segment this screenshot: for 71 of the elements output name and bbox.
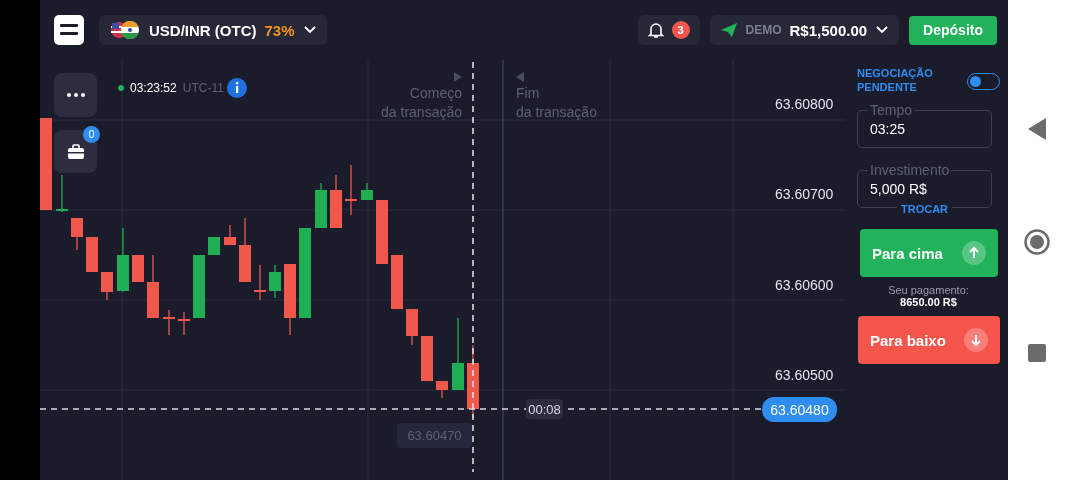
candle	[345, 164, 357, 216]
trade-start-label: Começo da transação	[381, 84, 462, 122]
candle	[436, 380, 448, 399]
price-tick: 63.60700	[775, 186, 834, 202]
trade-end-label: Fim da transação	[516, 84, 597, 122]
more-button[interactable]	[54, 73, 97, 117]
pending-trade-label: NEGOCIAÇÃO PENDENTE	[857, 66, 934, 94]
info-icon[interactable]	[226, 78, 247, 98]
candle	[208, 236, 220, 256]
candle	[406, 308, 418, 346]
price-tick: 63.60500	[775, 367, 834, 383]
up-button[interactable]: Para cima	[860, 229, 998, 277]
menu-button[interactable]	[54, 15, 84, 45]
candle	[361, 182, 373, 201]
candle	[391, 254, 403, 310]
chevron-down-icon	[875, 25, 890, 35]
notification-count: 3	[671, 21, 690, 39]
switch-link[interactable]: TROCAR	[897, 203, 953, 215]
more-icon	[66, 93, 85, 97]
candle	[71, 217, 83, 251]
live-dot	[118, 85, 124, 91]
time-field[interactable]: Tempo 03:25	[857, 102, 992, 148]
candle	[315, 182, 327, 229]
candle	[224, 224, 236, 246]
candle	[330, 174, 342, 229]
left-triangle-icon	[516, 72, 524, 82]
asset-selector[interactable]: USD/INR (OTC) 73%	[99, 15, 327, 45]
chevron-down-icon	[302, 25, 317, 35]
timezone: UTC-11	[182, 81, 224, 95]
candle	[86, 236, 98, 273]
candle	[117, 227, 129, 293]
portfolio-count: 0	[83, 126, 100, 143]
payout-percent: 73%	[264, 21, 295, 39]
candle	[421, 335, 433, 382]
portfolio-button[interactable]	[54, 130, 97, 173]
arrow-up-icon	[962, 241, 986, 265]
payout-amount: 8650.00 R$	[899, 296, 958, 308]
candle	[376, 199, 388, 265]
candle	[132, 254, 144, 283]
paper-plane-icon	[719, 22, 738, 38]
asset-name: USD/INR (OTC)	[149, 21, 257, 39]
price-tick: 63.60800	[775, 96, 834, 112]
cursor-price-tag: 63.60470	[397, 423, 472, 448]
candle	[178, 311, 190, 336]
candle	[101, 271, 113, 301]
flags-icon	[109, 20, 141, 40]
menu-icon	[60, 23, 78, 37]
candle	[269, 264, 281, 299]
account-mode: DEMO	[745, 23, 782, 37]
back-icon[interactable]	[1028, 118, 1046, 140]
briefcase-icon	[66, 143, 85, 160]
deposit-button[interactable]: Depósito	[909, 15, 997, 45]
notifications-button[interactable]: 3	[637, 15, 700, 45]
price-tick: 63.60600	[775, 277, 834, 293]
candle	[193, 254, 205, 319]
candle	[239, 217, 251, 283]
countdown-tag: 00:08	[526, 399, 563, 419]
payout-label: Seu pagamento:	[887, 284, 970, 296]
right-triangle-icon	[454, 72, 462, 82]
candle	[254, 264, 266, 301]
candle	[56, 174, 68, 213]
server-time: 03:23:52	[130, 81, 177, 95]
account-selector[interactable]: DEMO R$1,500.00	[709, 15, 900, 45]
bell-icon	[647, 21, 664, 39]
account-balance: R$1,500.00	[789, 21, 868, 39]
down-button[interactable]: Para baixo	[858, 316, 1000, 364]
candle	[163, 309, 175, 336]
candle	[147, 254, 159, 319]
current-price-tag: 63.60480	[762, 397, 837, 422]
arrow-down-icon	[964, 328, 988, 352]
home-icon[interactable]	[1024, 229, 1050, 255]
